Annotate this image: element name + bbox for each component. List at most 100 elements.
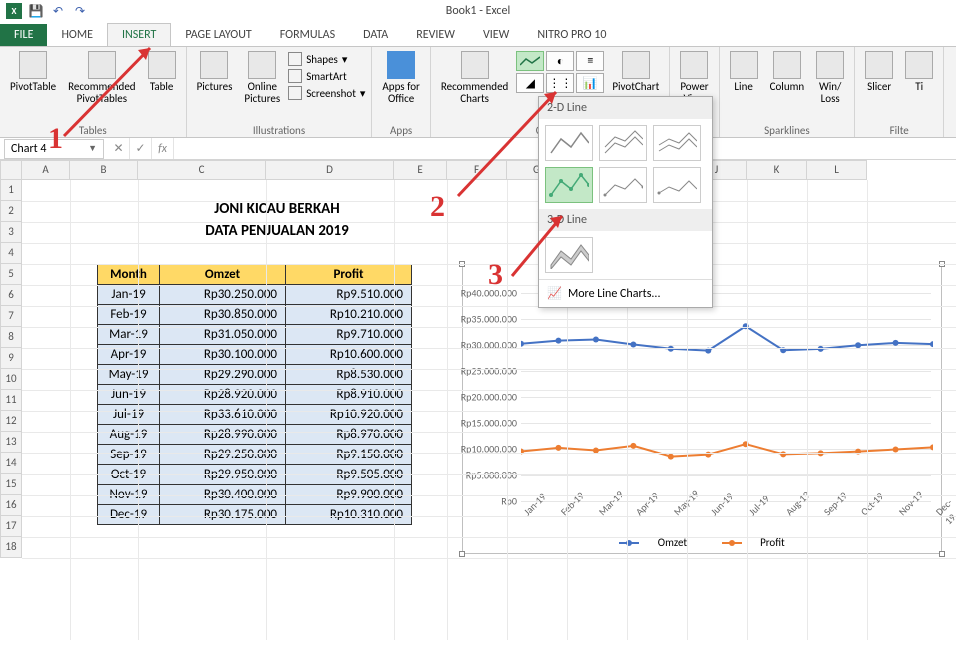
slicer-button[interactable]: Slicer	[861, 49, 897, 95]
window-title: Book1 - Excel	[446, 4, 510, 18]
resize-handle[interactable]	[939, 551, 945, 557]
pivottable-button[interactable]: PivotTable	[6, 49, 60, 107]
tab-nitro[interactable]: NITRO PRO 10	[523, 24, 620, 46]
row-header[interactable]: 11	[0, 390, 22, 411]
row-header[interactable]: 14	[0, 453, 22, 474]
stacked-line-option[interactable]	[599, 125, 647, 161]
column-header[interactable]: A	[22, 160, 70, 180]
excel-icon: X	[6, 3, 22, 19]
fx-icon[interactable]: fx	[152, 138, 174, 159]
row-header[interactable]: 12	[0, 411, 22, 432]
resize-handle[interactable]	[459, 551, 465, 557]
sheet-area: 123456789101112131415161718 ABCDEFGHIJKL…	[0, 160, 956, 652]
100stacked-line-markers-option[interactable]	[653, 167, 701, 203]
apps-group-label: Apps	[378, 124, 423, 137]
column-header[interactable]: D	[266, 160, 394, 180]
more-line-charts[interactable]: 📈More Line Charts...	[539, 279, 712, 307]
ribbon: PivotTable Recommended PivotTables Table…	[0, 46, 956, 138]
smartart-button[interactable]: SmartArt	[288, 68, 365, 84]
tab-page-layout[interactable]: PAGE LAYOUT	[171, 24, 265, 46]
table-row[interactable]: Feb-19Rp30.850.000Rp10.210.000	[98, 305, 412, 325]
tab-insert[interactable]: INSERT	[107, 23, 171, 46]
line-chart-dropdown[interactable]	[516, 51, 544, 71]
table-row[interactable]: Sep-19Rp29.250.000Rp9.150.000	[98, 445, 412, 465]
row-header[interactable]: 6	[0, 285, 22, 306]
sparkline-column-button[interactable]: Column	[766, 49, 809, 107]
undo-icon[interactable]: ↶	[50, 3, 66, 19]
row-header[interactable]: 18	[0, 537, 22, 558]
table-row[interactable]: Jul-19Rp33.610.000Rp10.920.000	[98, 405, 412, 425]
table-button[interactable]: Table	[144, 49, 180, 107]
table-row[interactable]: Jan-19Rp30.250.000Rp9.510.000	[98, 285, 412, 305]
dropdown-section-2d: 2-D Line	[539, 97, 712, 119]
row-header[interactable]: 16	[0, 495, 22, 516]
sparklines-group-label: Sparklines	[726, 124, 849, 137]
table-header[interactable]: Profit	[286, 265, 412, 285]
page-title: JONI KICAU BERKAH	[97, 200, 457, 218]
100stacked-line-option[interactable]	[653, 125, 701, 161]
table-header[interactable]: Month	[98, 265, 160, 285]
row-header[interactable]: 1	[0, 180, 22, 201]
enter-formula-icon[interactable]: ✓	[130, 138, 152, 159]
title-bar: X 💾 ↶ ↷ Book1 - Excel	[0, 0, 956, 22]
row-header[interactable]: 2	[0, 201, 22, 222]
tab-formulas[interactable]: FORMULAS	[266, 24, 349, 46]
scatter-chart-dropdown[interactable]: ⋮⋮	[546, 73, 574, 93]
row-header[interactable]: 4	[0, 243, 22, 264]
tab-view[interactable]: VIEW	[469, 24, 523, 46]
stacked-line-markers-option[interactable]	[599, 167, 647, 203]
sparkline-line-button[interactable]: Line	[726, 49, 762, 107]
row-header[interactable]: 5	[0, 264, 22, 285]
tables-group-label: Tables	[6, 124, 180, 137]
column-header[interactable]: K	[747, 160, 807, 180]
row-header[interactable]: 3	[0, 222, 22, 243]
area-chart-dropdown[interactable]: ◢	[516, 73, 544, 93]
row-header[interactable]: 17	[0, 516, 22, 537]
table-row[interactable]: May-19Rp29.290.000Rp8.530.000	[98, 365, 412, 385]
table-row[interactable]: Aug-19Rp28.990.000Rp8.970.000	[98, 425, 412, 445]
pictures-button[interactable]: Pictures	[193, 49, 237, 107]
tab-data[interactable]: DATA	[349, 24, 402, 46]
recommended-pivottables-button[interactable]: Recommended PivotTables	[64, 49, 139, 107]
row-header[interactable]: 9	[0, 348, 22, 369]
tab-home[interactable]: HOME	[47, 24, 107, 46]
pie-chart-dropdown[interactable]: ◐	[546, 51, 574, 71]
save-icon[interactable]: 💾	[28, 3, 44, 19]
shapes-button[interactable]: Shapes ▾	[288, 51, 365, 67]
row-header[interactable]: 15	[0, 474, 22, 495]
row-header[interactable]: 8	[0, 327, 22, 348]
column-header[interactable]: C	[138, 160, 266, 180]
other-chart-dropdown[interactable]: 📊	[576, 73, 604, 93]
sparkline-winloss-button[interactable]: Win/ Loss	[812, 49, 848, 107]
timeline-button[interactable]: Ti	[901, 49, 937, 95]
table-row[interactable]: Dec-19Rp30.175.000Rp10.310.000	[98, 505, 412, 525]
line-markers-option[interactable]	[545, 167, 593, 203]
cancel-formula-icon[interactable]: ✕	[108, 138, 130, 159]
ribbon-tabs: FILE HOME INSERT PAGE LAYOUT FORMULAS DA…	[0, 22, 956, 46]
name-box[interactable]: Chart 4▼	[4, 139, 104, 159]
column-header[interactable]: L	[807, 160, 867, 180]
online-pictures-button[interactable]: Online Pictures	[240, 49, 284, 107]
line-chart-option[interactable]	[545, 125, 593, 161]
recommended-charts-button[interactable]: Recommended Charts	[437, 49, 512, 107]
data-table[interactable]: MonthOmzetProfit Jan-19Rp30.250.000Rp9.5…	[97, 264, 412, 525]
column-header[interactable]: B	[70, 160, 138, 180]
column-header[interactable]: E	[394, 160, 447, 180]
line-chart-dropdown-panel: 2-D Line 3-D Line 📈More Line Charts...	[538, 96, 713, 308]
row-header[interactable]: 10	[0, 369, 22, 390]
3d-line-option[interactable]	[545, 237, 593, 273]
bar-chart-dropdown[interactable]: ≡	[576, 51, 604, 71]
column-header[interactable]: F	[447, 160, 507, 180]
chart-plot-area[interactable]: Rp40.000.000Rp35.000.000Rp30.000.000Rp25…	[521, 293, 931, 499]
apps-for-office-button[interactable]: Apps for Office	[378, 49, 423, 107]
tab-file[interactable]: FILE	[0, 24, 47, 46]
formula-bar: Chart 4▼ ✕ ✓ fx	[0, 138, 956, 160]
redo-icon[interactable]: ↷	[72, 3, 88, 19]
tab-review[interactable]: REVIEW	[402, 24, 469, 46]
screenshot-button[interactable]: Screenshot ▾	[288, 85, 365, 101]
select-all-corner[interactable]	[0, 160, 22, 180]
row-header[interactable]: 13	[0, 432, 22, 453]
row-header[interactable]: 7	[0, 306, 22, 327]
table-row[interactable]: Jun-19Rp28.920.000Rp8.910.000	[98, 385, 412, 405]
filter-group-label: Filte	[861, 124, 937, 137]
